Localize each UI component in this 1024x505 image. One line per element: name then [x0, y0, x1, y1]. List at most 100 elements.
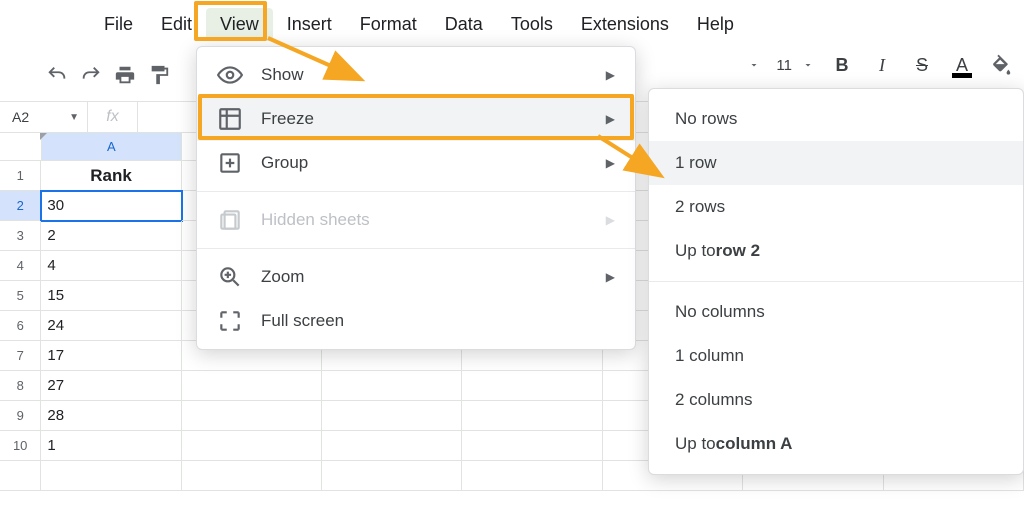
paint-format-button[interactable]	[142, 58, 176, 92]
name-box-value: A2	[12, 109, 29, 125]
cell[interactable]	[462, 461, 602, 491]
cell[interactable]	[182, 431, 322, 461]
cell-a6[interactable]: 24	[41, 311, 181, 341]
cell-a8[interactable]: 27	[41, 371, 181, 401]
eye-icon	[217, 62, 243, 88]
menu-format[interactable]: Format	[346, 8, 431, 41]
freeze-2-columns[interactable]: 2 columns	[649, 378, 1023, 422]
cell[interactable]	[182, 461, 322, 491]
submenu-arrow-icon: ▶	[606, 270, 615, 284]
view-menu-freeze-label: Freeze	[261, 109, 314, 129]
fx-label: fx	[88, 102, 138, 132]
font-size-control[interactable]: 11	[772, 57, 818, 74]
row-header-10[interactable]: 10	[0, 431, 41, 461]
freeze-handle-icon[interactable]	[40, 133, 48, 141]
view-menu-group[interactable]: Group ▶	[197, 141, 635, 185]
freeze-1-row[interactable]: 1 row	[649, 141, 1023, 185]
menu-view[interactable]: View	[206, 8, 273, 41]
redo-button[interactable]	[74, 58, 108, 92]
freeze-up-to-column[interactable]: Up to column A	[649, 422, 1023, 466]
zoom-icon	[217, 264, 243, 290]
cell[interactable]	[322, 371, 462, 401]
row-header-8[interactable]: 8	[0, 371, 41, 401]
font-size-value: 11	[776, 57, 792, 74]
cell[interactable]	[322, 401, 462, 431]
group-icon	[217, 150, 243, 176]
menu-edit[interactable]: Edit	[147, 8, 206, 41]
view-menu-group-label: Group	[261, 153, 308, 173]
cell-a10[interactable]: 1	[41, 431, 181, 461]
submenu-arrow-icon: ▶	[606, 112, 615, 126]
menu-data[interactable]: Data	[431, 8, 497, 41]
cell[interactable]	[182, 401, 322, 431]
view-menu-panel: Show ▶ Freeze ▶ Group ▶ Hidden sheets ▶ …	[196, 46, 636, 350]
freeze-1-column[interactable]: 1 column	[649, 334, 1023, 378]
fill-color-button[interactable]	[986, 48, 1018, 82]
menu-separator	[197, 191, 635, 192]
toolbar-right: 11 B I S A	[744, 48, 1024, 82]
menu-bar: File Edit View Insert Format Data Tools …	[0, 0, 1024, 49]
row-header-9[interactable]: 9	[0, 401, 41, 431]
cell[interactable]	[322, 431, 462, 461]
view-menu-freeze[interactable]: Freeze ▶	[197, 97, 635, 141]
sheets-icon	[217, 207, 243, 233]
menu-separator	[197, 248, 635, 249]
submenu-arrow-icon: ▶	[606, 213, 615, 227]
chevron-down-icon: ▼	[69, 112, 79, 123]
menu-help[interactable]: Help	[683, 8, 748, 41]
menu-file[interactable]: File	[90, 8, 147, 41]
cell[interactable]	[462, 401, 602, 431]
font-family-dropdown-icon[interactable]	[744, 48, 764, 82]
view-menu-full-screen[interactable]: Full screen	[197, 299, 635, 343]
menu-extensions[interactable]: Extensions	[567, 8, 683, 41]
freeze-submenu-panel: No rows 1 row 2 rows Up to row 2 No colu…	[648, 88, 1024, 475]
view-menu-hidden-sheets-label: Hidden sheets	[261, 210, 370, 230]
strikethrough-button[interactable]: S	[906, 48, 938, 82]
column-header-a[interactable]: A	[42, 133, 182, 161]
freeze-pane-icon	[217, 106, 243, 132]
cell[interactable]	[462, 431, 602, 461]
row-header-5[interactable]: 5	[0, 281, 41, 311]
row-header-4[interactable]: 4	[0, 251, 41, 281]
italic-button[interactable]: I	[866, 48, 898, 82]
row-header-1[interactable]: 1	[0, 161, 41, 191]
cell[interactable]	[322, 461, 462, 491]
view-menu-full-screen-label: Full screen	[261, 311, 344, 331]
cell[interactable]	[182, 371, 322, 401]
cell[interactable]	[462, 371, 602, 401]
view-menu-zoom[interactable]: Zoom ▶	[197, 255, 635, 299]
name-box[interactable]: A2 ▼	[0, 102, 88, 132]
row-header[interactable]	[0, 461, 41, 491]
bold-button[interactable]: B	[826, 48, 858, 82]
cell-a9[interactable]: 28	[41, 401, 181, 431]
freeze-up-to-row[interactable]: Up to row 2	[649, 229, 1023, 273]
freeze-2-rows[interactable]: 2 rows	[649, 185, 1023, 229]
row-header-6[interactable]: 6	[0, 311, 41, 341]
view-menu-show[interactable]: Show ▶	[197, 53, 635, 97]
cell-a3[interactable]: 2	[41, 221, 181, 251]
fullscreen-icon	[217, 308, 243, 334]
freeze-no-rows[interactable]: No rows	[649, 97, 1023, 141]
submenu-arrow-icon: ▶	[606, 156, 615, 170]
view-menu-show-label: Show	[261, 65, 304, 85]
row-header-2[interactable]: 2	[0, 191, 41, 221]
submenu-arrow-icon: ▶	[606, 68, 615, 82]
view-menu-hidden-sheets: Hidden sheets ▶	[197, 198, 635, 242]
cell[interactable]	[41, 461, 181, 491]
print-button[interactable]	[108, 58, 142, 92]
row-header-7[interactable]: 7	[0, 341, 41, 371]
cell-a2-active[interactable]: 30	[41, 191, 181, 221]
cell-a4[interactable]: 4	[41, 251, 181, 281]
text-color-button[interactable]: A	[946, 48, 978, 82]
menu-insert[interactable]: Insert	[273, 8, 346, 41]
undo-button[interactable]	[40, 58, 74, 92]
freeze-no-columns[interactable]: No columns	[649, 290, 1023, 334]
select-all-corner[interactable]	[0, 133, 42, 161]
view-menu-zoom-label: Zoom	[261, 267, 304, 287]
cell-a5[interactable]: 15	[41, 281, 181, 311]
cell-a7[interactable]: 17	[41, 341, 181, 371]
row-header-3[interactable]: 3	[0, 221, 41, 251]
menu-separator	[649, 281, 1023, 282]
cell-a1[interactable]: Rank	[41, 161, 181, 191]
menu-tools[interactable]: Tools	[497, 8, 567, 41]
